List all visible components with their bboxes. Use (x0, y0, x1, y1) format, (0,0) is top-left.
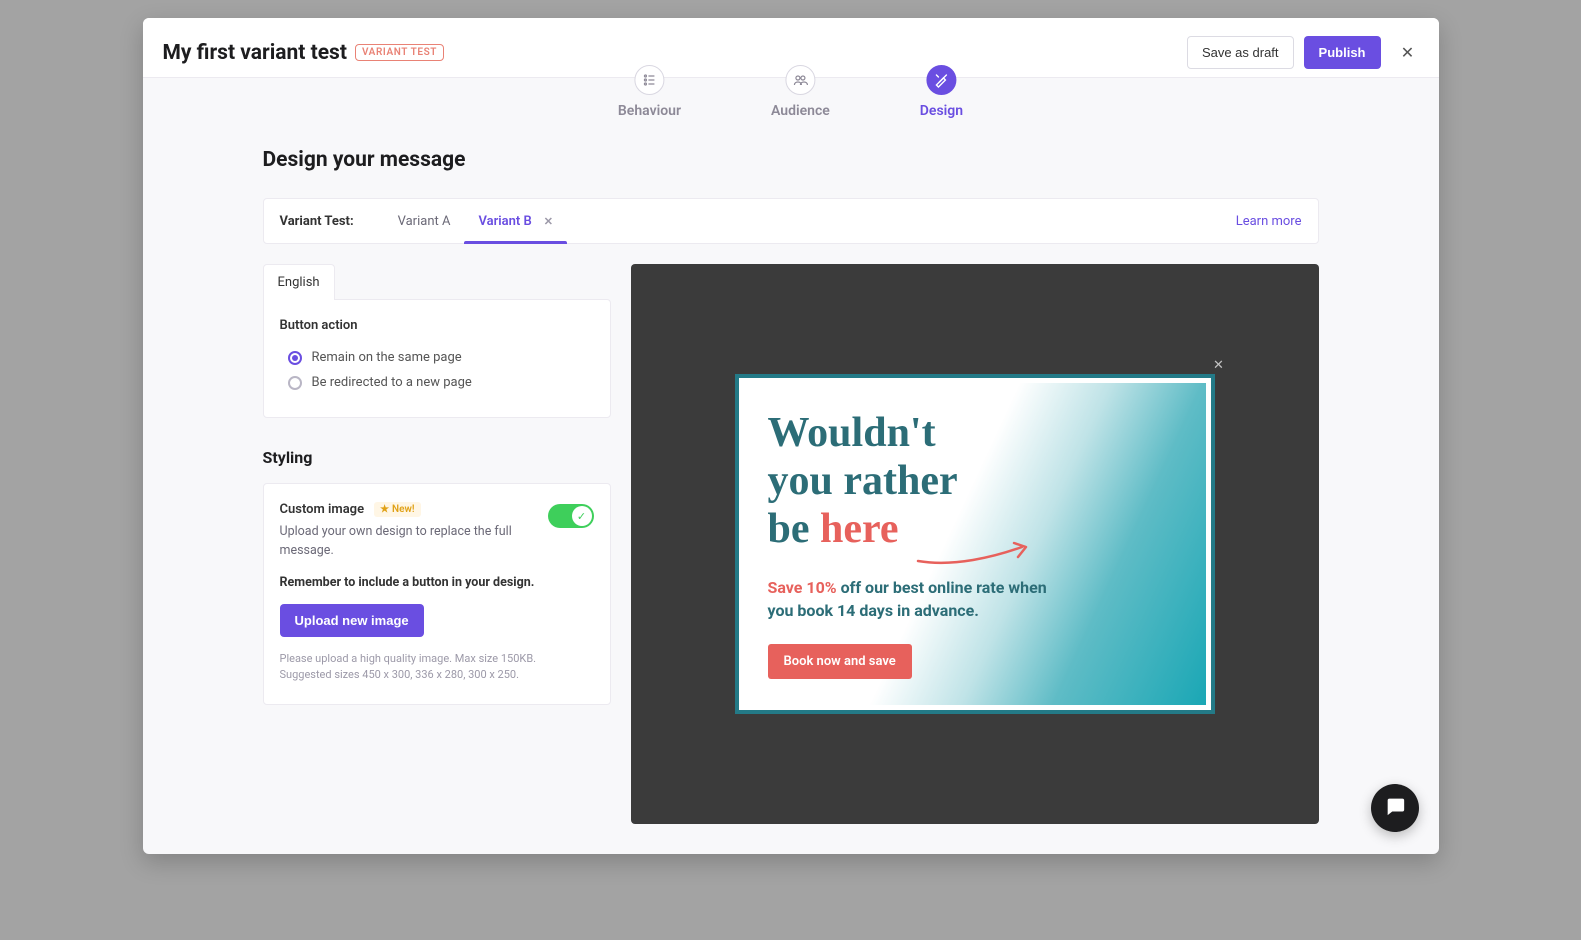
headline-line: Wouldn't (768, 409, 1048, 457)
app-window: My first variant test VARIANT TEST Behav… (143, 18, 1439, 854)
close-icon: ✕ (1401, 43, 1414, 62)
headline-line: you rather (768, 457, 1048, 505)
section-heading: Design your message (263, 148, 1319, 172)
panel-heading: Button action (280, 318, 594, 333)
preview-panel: ✕ Wouldn't you rather be here (631, 264, 1319, 824)
radio-remain-same-page[interactable]: Remain on the same page (280, 345, 594, 370)
language-tab-english[interactable]: English (263, 264, 335, 300)
radio-label: Remain on the same page (312, 350, 462, 365)
step-behaviour[interactable]: Behaviour (618, 65, 681, 119)
tab-variant-b[interactable]: Variant B ✕ (464, 199, 567, 243)
custom-image-description: Upload your own design to replace the fu… (280, 523, 534, 561)
design-icon (926, 65, 956, 95)
help-line-1: Please upload a high quality image. Max … (280, 651, 594, 668)
preview-subtitle: Save 10% off our best online rate when y… (768, 576, 1068, 622)
people-icon (785, 65, 815, 95)
preview-frame: Wouldn't you rather be here (735, 374, 1215, 714)
variant-test-label: Variant Test: (280, 214, 354, 229)
variant-test-badge: VARIANT TEST (355, 44, 444, 61)
save-as-draft-button[interactable]: Save as draft (1187, 36, 1294, 69)
step-label: Behaviour (618, 103, 681, 119)
check-icon: ✓ (577, 510, 586, 523)
variant-tabs-bar: Variant Test: Variant A Variant B ✕ Lear… (263, 198, 1319, 244)
preview-content: Wouldn't you rather be here (744, 383, 1206, 705)
preview-close-button[interactable]: ✕ (1211, 358, 1227, 374)
headline-text: be (768, 506, 821, 552)
settings-column: English Button action Remain on the same… (263, 264, 611, 824)
learn-more-link[interactable]: Learn more (1236, 214, 1302, 229)
title-area: My first variant test VARIANT TEST (163, 41, 445, 65)
content-area: English Button action Remain on the same… (263, 264, 1319, 824)
styling-heading: Styling (263, 448, 611, 467)
close-tab-icon[interactable]: ✕ (544, 215, 553, 228)
arrow-icon (914, 539, 1034, 569)
step-label: Audience (771, 103, 830, 119)
subtitle-accent: Save 10% (768, 578, 837, 597)
help-text: Please upload a high quality image. Max … (280, 651, 594, 684)
upload-new-image-button[interactable]: Upload new image (280, 604, 424, 637)
remember-note: Remember to include a button in your des… (280, 575, 594, 590)
headline-accent: here (820, 506, 899, 552)
new-badge: ★ New! (374, 502, 420, 517)
button-action-panel: Button action Remain on the same page Be… (263, 299, 611, 418)
body: Design your message Variant Test: Varian… (143, 78, 1439, 854)
tab-label: Variant A (398, 214, 451, 229)
step-design[interactable]: Design (920, 65, 963, 119)
publish-button[interactable]: Publish (1304, 36, 1381, 69)
step-label: Design (920, 103, 963, 119)
close-button[interactable]: ✕ (1397, 42, 1419, 64)
close-icon: ✕ (1213, 358, 1224, 373)
list-icon (634, 65, 664, 95)
preview-cta-button[interactable]: Book now and save (768, 644, 912, 679)
radio-icon (288, 376, 302, 390)
page-title: My first variant test (163, 41, 347, 65)
stepper: Behaviour Audience Design (618, 65, 963, 119)
star-icon: ★ (380, 504, 389, 515)
help-line-2: Suggested sizes 450 x 300, 336 x 280, 30… (280, 667, 594, 684)
tab-variant-a[interactable]: Variant A (384, 199, 465, 243)
custom-image-panel: Custom image ★ New! Upload your own desi… (263, 483, 611, 705)
tab-label: Variant B (478, 214, 531, 229)
custom-image-toggle[interactable]: ✓ (548, 504, 594, 528)
radio-icon (288, 351, 302, 365)
chat-icon (1384, 795, 1406, 821)
chat-widget-button[interactable] (1371, 784, 1419, 832)
topbar-actions: Save as draft Publish ✕ (1187, 36, 1419, 69)
message-preview: ✕ Wouldn't you rather be here (735, 374, 1215, 714)
step-audience[interactable]: Audience (771, 65, 830, 119)
custom-image-title: Custom image (280, 502, 365, 517)
preview-headline: Wouldn't you rather be here (768, 409, 1048, 554)
radio-label: Be redirected to a new page (312, 375, 472, 390)
radio-redirect-new-page[interactable]: Be redirected to a new page (280, 370, 594, 395)
new-badge-text: New! (392, 504, 415, 515)
topbar: My first variant test VARIANT TEST Behav… (143, 18, 1439, 78)
toggle-knob: ✓ (572, 506, 592, 526)
